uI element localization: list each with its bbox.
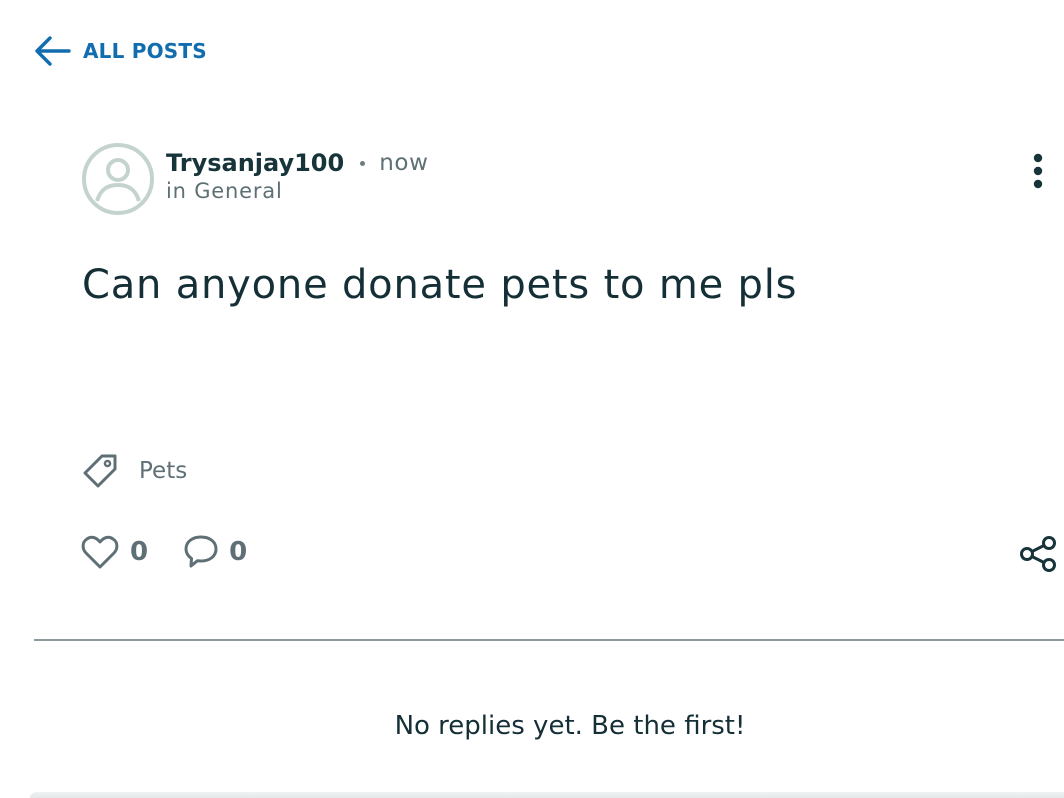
author-meta: Trysanjay100 now in General <box>166 148 428 203</box>
post-title: Can anyone donate pets to me pls <box>82 262 798 308</box>
no-replies-message: No replies yet. Be the first! <box>394 711 746 741</box>
all-posts-link[interactable]: ALL POSTS <box>33 34 207 68</box>
share-icon[interactable] <box>1019 536 1057 572</box>
user-avatar-icon[interactable] <box>81 142 155 216</box>
post-time: now <box>379 150 429 176</box>
post-page: ALL POSTS Trysanjay100 now in General Ca… <box>0 0 1064 798</box>
more-vertical-icon[interactable] <box>1026 152 1050 192</box>
all-posts-label: ALL POSTS <box>83 39 207 63</box>
reply-box-edge <box>30 792 1064 798</box>
comment-icon <box>184 535 218 568</box>
like-count: 0 <box>130 537 149 567</box>
separator-dot <box>360 160 366 166</box>
post-author-header: Trysanjay100 now in General <box>81 142 428 216</box>
author-line: Trysanjay100 now <box>166 148 428 178</box>
post-tag[interactable]: Pets <box>81 452 187 490</box>
tag-icon <box>83 454 117 488</box>
heart-icon <box>81 535 119 569</box>
tag-label: Pets <box>139 458 188 484</box>
like-button[interactable]: 0 <box>81 534 148 570</box>
author-name[interactable]: Trysanjay100 <box>166 149 344 177</box>
post-category[interactable]: in General <box>166 179 428 203</box>
arrow-left-icon <box>35 36 71 66</box>
comment-button[interactable]: 0 <box>184 534 247 570</box>
post-stats: 0 0 <box>81 534 247 570</box>
section-divider <box>34 639 1064 641</box>
comment-count: 0 <box>229 537 248 567</box>
